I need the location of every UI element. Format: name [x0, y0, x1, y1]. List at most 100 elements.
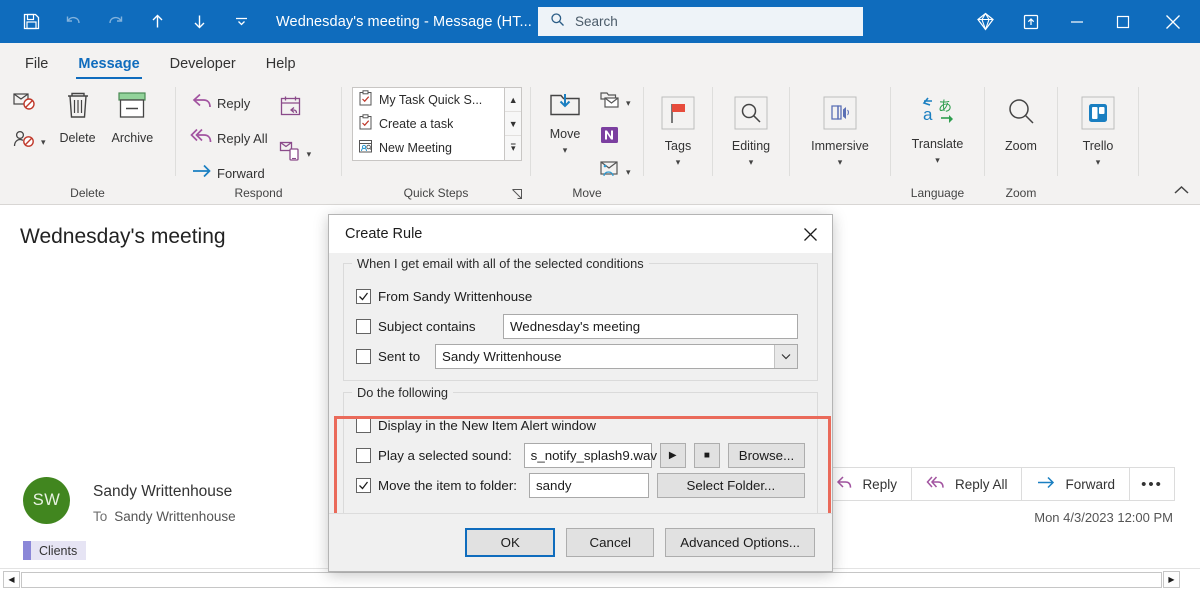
- ribbon-group-respond: Reply Reply All Forward: [176, 79, 341, 204]
- previous-item-icon[interactable]: [144, 9, 170, 35]
- reply-button[interactable]: Reply: [820, 467, 912, 501]
- block-sender-button[interactable]: ▾: [8, 124, 50, 159]
- chevron-down-icon[interactable]: ▾: [41, 138, 46, 147]
- stop-sound-button[interactable]: ■: [694, 443, 720, 468]
- ribbon-group-move: Move ▾ ▾: [531, 79, 643, 204]
- diamond-icon[interactable]: [962, 0, 1008, 43]
- maximize-icon[interactable]: [1100, 0, 1146, 43]
- undo-icon[interactable]: [60, 9, 86, 35]
- category-color-bar: [23, 541, 31, 560]
- redo-icon[interactable]: [102, 9, 128, 35]
- ok-button[interactable]: OK: [465, 528, 555, 557]
- immersive-button[interactable]: Immersive ▾: [805, 89, 875, 167]
- immersive-reader-icon: [821, 94, 859, 137]
- chevron-down-icon[interactable]: ▾: [749, 158, 754, 167]
- play-sound-checkbox[interactable]: [356, 448, 371, 463]
- from-checkbox[interactable]: [356, 289, 371, 304]
- editing-label: Editing: [732, 140, 770, 154]
- tags-label: Tags: [665, 140, 691, 154]
- create-rule-dialog: Create Rule When I get email with all of…: [328, 214, 833, 572]
- chevron-down-icon[interactable]: ▾: [563, 146, 568, 155]
- onenote-button[interactable]: [595, 122, 635, 153]
- browse-button[interactable]: Browse...: [728, 443, 805, 468]
- editing-button[interactable]: Editing ▾: [725, 89, 777, 167]
- reply-arrow-icon: [835, 474, 854, 494]
- chevron-down-icon[interactable]: ▾: [935, 156, 940, 165]
- next-item-icon[interactable]: [186, 9, 212, 35]
- more-actions-button[interactable]: •••: [1129, 467, 1175, 501]
- quick-steps-dialog-launcher-icon[interactable]: [510, 187, 524, 201]
- subject-contains-input[interactable]: Wednesday's meeting: [503, 314, 798, 339]
- cancel-button[interactable]: Cancel: [566, 528, 654, 557]
- reply-all-button[interactable]: Reply All: [186, 122, 272, 155]
- subject-contains-checkbox[interactable]: [356, 319, 371, 334]
- trello-button[interactable]: Trello ▾: [1072, 89, 1124, 167]
- forward-arrow-icon: [190, 160, 214, 187]
- restore-ribbon-icon[interactable]: [1008, 0, 1054, 43]
- quick-step-my-task[interactable]: My Task Quick S...: [353, 88, 504, 112]
- actions-button[interactable]: ▾: [595, 156, 635, 188]
- ribbon-groups: ▾ Delete Archive: [0, 79, 1200, 204]
- chevron-down-icon[interactable]: ▾: [676, 158, 681, 167]
- scrollbar-track[interactable]: [21, 572, 1162, 588]
- chevron-down-icon[interactable]: ▾: [307, 150, 312, 159]
- ignore-icon: [12, 90, 38, 119]
- folder-name-input[interactable]: sandy: [529, 473, 649, 498]
- zoom-button[interactable]: Zoom: [995, 89, 1047, 154]
- group-label-respond: Respond: [176, 186, 341, 200]
- close-icon[interactable]: [1146, 0, 1200, 43]
- reply-all-arrow-icon: [926, 474, 947, 494]
- chevron-down-icon[interactable]: ▾: [626, 168, 631, 177]
- move-button[interactable]: Move ▾: [539, 83, 591, 155]
- tab-file[interactable]: File: [12, 51, 61, 79]
- quick-step-new-meeting[interactable]: New Meeting: [353, 136, 504, 160]
- minimize-icon[interactable]: [1054, 0, 1100, 43]
- tab-help[interactable]: Help: [253, 51, 309, 79]
- scroll-down-icon[interactable]: ▼: [505, 112, 521, 136]
- scroll-right-icon[interactable]: ▶: [1163, 571, 1180, 588]
- move-to-folder-checkbox[interactable]: [356, 478, 371, 493]
- actions-icon: [599, 159, 623, 185]
- quick-step-create-task[interactable]: Create a task: [353, 112, 504, 136]
- play-sound-button[interactable]: ▶: [660, 443, 686, 468]
- chevron-down-icon[interactable]: ▾: [838, 158, 843, 167]
- reply-button[interactable]: Reply: [186, 87, 272, 120]
- sound-file-input[interactable]: s_notify_splash9.wav: [524, 443, 652, 468]
- advanced-options-button[interactable]: Advanced Options...: [665, 528, 815, 557]
- category-chip[interactable]: Clients: [23, 541, 86, 560]
- tab-developer[interactable]: Developer: [157, 51, 249, 79]
- tab-message[interactable]: Message: [65, 51, 152, 79]
- scroll-more-icon[interactable]: ▾̅: [505, 136, 521, 160]
- archive-button[interactable]: Archive: [106, 83, 160, 146]
- group-label-delete: Delete: [0, 186, 175, 200]
- chevron-down-icon[interactable]: ▾: [1096, 158, 1101, 167]
- trello-label: Trello: [1083, 140, 1114, 154]
- ignore-button[interactable]: [8, 87, 50, 122]
- tags-button[interactable]: Tags ▾: [652, 89, 704, 167]
- sent-to-combobox[interactable]: Sandy Writtenhouse: [435, 344, 798, 369]
- more-respond-button[interactable]: ▾: [274, 136, 316, 171]
- chevron-down-icon[interactable]: ▾: [626, 99, 631, 108]
- quick-steps-scrollbar[interactable]: ▲ ▼ ▾̅: [505, 87, 522, 161]
- translate-button[interactable]: aあ Translate ▾: [906, 89, 970, 165]
- rules-button[interactable]: ▾: [595, 87, 635, 119]
- sent-to-checkbox[interactable]: [356, 349, 371, 364]
- forward-button[interactable]: Forward: [1021, 467, 1130, 501]
- collapse-ribbon-icon[interactable]: [1173, 183, 1190, 201]
- select-folder-button[interactable]: Select Folder...: [657, 473, 805, 498]
- scroll-up-icon[interactable]: ▲: [505, 88, 521, 112]
- scroll-left-icon[interactable]: ◀: [3, 571, 20, 588]
- save-icon[interactable]: [18, 9, 44, 35]
- reply-all-arrow-icon: [190, 125, 214, 152]
- reply-all-button[interactable]: Reply All: [911, 467, 1023, 501]
- customize-quick-access-toolbar-icon[interactable]: [228, 9, 254, 35]
- search-placeholder: Search: [575, 14, 618, 29]
- delete-button[interactable]: Delete: [52, 83, 104, 146]
- dialog-title: Create Rule: [345, 226, 422, 242]
- close-icon[interactable]: [788, 215, 832, 253]
- display-alert-checkbox[interactable]: [356, 418, 371, 433]
- meeting-button[interactable]: [274, 91, 316, 126]
- chevron-down-icon[interactable]: [774, 345, 797, 368]
- quick-steps-list[interactable]: My Task Quick S... Create a task: [352, 87, 505, 161]
- search-input[interactable]: Search: [538, 7, 863, 36]
